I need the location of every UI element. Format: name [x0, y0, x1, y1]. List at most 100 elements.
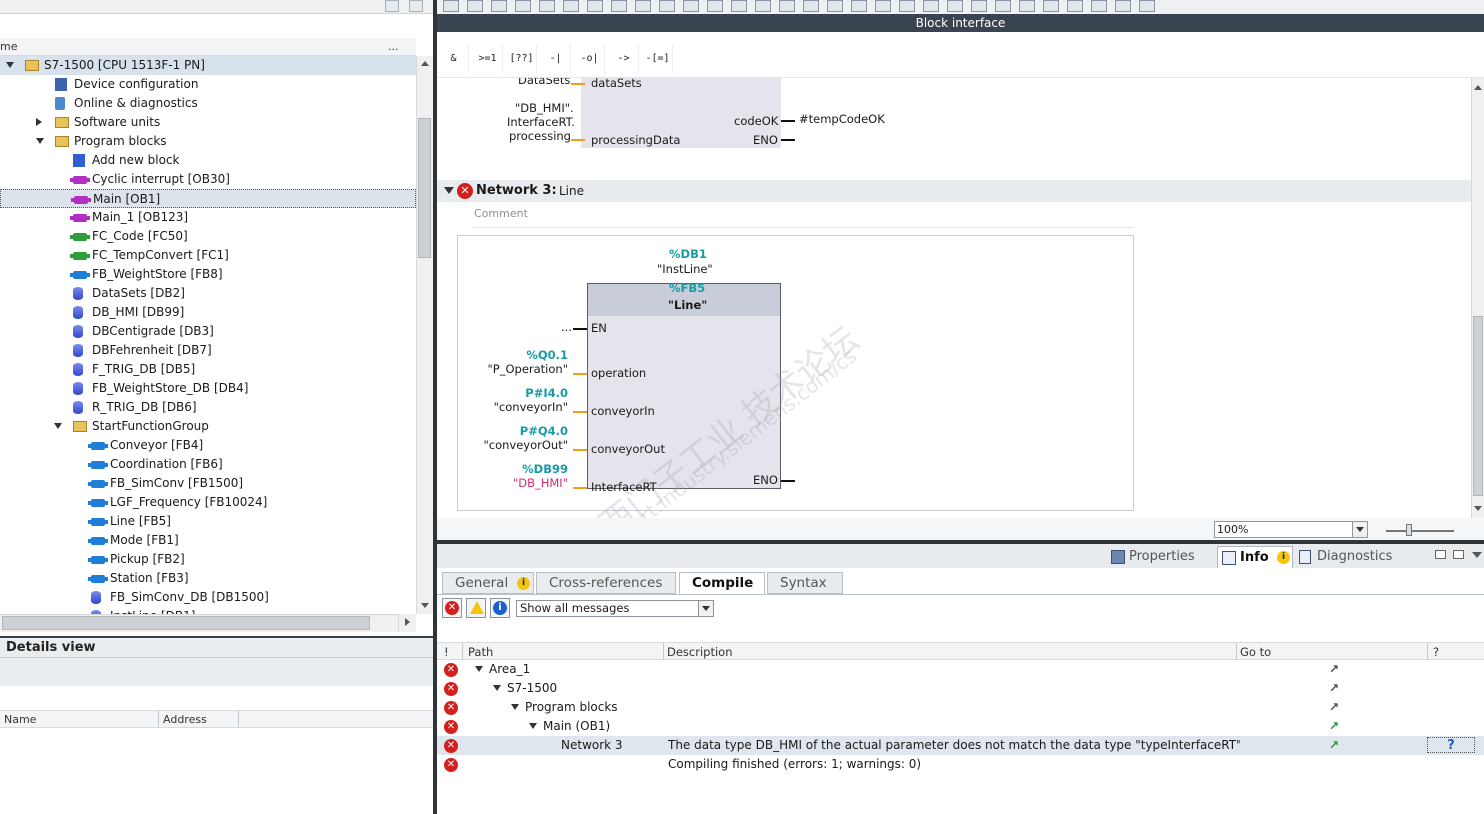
pin-operand[interactable]: "conveyorOut": [483, 438, 568, 452]
expand-down-icon[interactable]: [511, 704, 519, 710]
lad-insert-button[interactable]: ->: [609, 44, 639, 74]
tree-item[interactable]: FC_TempConvert [FC1]: [0, 246, 416, 265]
editor-toolbar-button[interactable]: [947, 0, 963, 12]
tree-item[interactable]: Add new block: [0, 151, 416, 170]
pin-operand[interactable]: "P_Operation": [488, 362, 569, 376]
editor-toolbar-button[interactable]: [923, 0, 939, 12]
tree-item[interactable]: FB_SimConv [FB1500]: [0, 474, 416, 493]
tree-scroll-thumb[interactable]: [418, 118, 431, 258]
scroll-up-arrow-icon[interactable]: [421, 61, 429, 66]
editor-vertical-scrollbar[interactable]: [1471, 78, 1484, 518]
tree-item[interactable]: Coordination [FB6]: [0, 455, 416, 474]
message-row[interactable]: ✕ S7-1500 ↗: [437, 679, 1484, 698]
tree-item[interactable]: DBFehrenheit [DB7]: [0, 341, 416, 360]
editor-toolbar-button[interactable]: [491, 0, 507, 12]
tree-item[interactable]: R_TRIG_DB [DB6]: [0, 398, 416, 417]
filter-warnings-button[interactable]: [466, 598, 486, 618]
goto-arrow-icon[interactable]: ↗: [1329, 701, 1341, 713]
pin-operand[interactable]: "DB_HMI": [513, 476, 568, 490]
editor-toolbar-button[interactable]: [755, 0, 771, 12]
tab-properties[interactable]: Properties: [1107, 546, 1217, 568]
tree-item[interactable]: Main_1 [OB123]: [0, 208, 416, 227]
editor-toolbar-button[interactable]: [899, 0, 915, 12]
details-column-address[interactable]: Address: [163, 713, 207, 726]
message-row[interactable]: ✕ Main (OB1) ↗: [437, 717, 1484, 736]
zoom-slider-handle[interactable]: [1406, 524, 1412, 536]
editor-toolbar-button[interactable]: [587, 0, 603, 12]
editor-toolbar-button[interactable]: [515, 0, 531, 12]
pin-operand[interactable]: "conveyorIn": [494, 400, 568, 414]
filter-info-button[interactable]: i: [490, 598, 510, 618]
filter-errors-button[interactable]: ✕: [442, 598, 462, 618]
editor-toolbar-button[interactable]: [611, 0, 627, 12]
editor-toolbar-button[interactable]: [563, 0, 579, 12]
expand-down-icon[interactable]: [529, 723, 537, 729]
tree-item[interactable]: FB_SimConv_DB [DB1500]: [0, 588, 416, 607]
editor-toolbar-button[interactable]: [443, 0, 459, 12]
tree-item[interactable]: DBCentigrade [DB3]: [0, 322, 416, 341]
tree-item[interactable]: Device configuration: [0, 75, 416, 94]
tree-item[interactable]: S7-1500 [CPU 1513F-1 PN]: [0, 56, 416, 75]
editor-scroll-thumb[interactable]: [1473, 316, 1483, 496]
tree-item[interactable]: InstLine [DB1]: [0, 607, 416, 614]
fb-line-box[interactable]: [587, 283, 781, 489]
lad-insert-button[interactable]: [??]: [507, 44, 537, 74]
editor-toolbar-button[interactable]: [1091, 0, 1107, 12]
subtab-cross-references[interactable]: Cross-references: [536, 572, 676, 594]
tree-column-options[interactable]: ...: [388, 40, 399, 53]
col-path[interactable]: Path: [468, 645, 493, 659]
subtab-compile[interactable]: Compile: [679, 572, 765, 594]
goto-arrow-icon[interactable]: ↗: [1329, 720, 1341, 732]
editor-toolbar-button[interactable]: [1115, 0, 1131, 12]
tree-item[interactable]: Cyclic interrupt [OB30]: [0, 170, 416, 189]
expand-right-icon[interactable]: [36, 118, 42, 126]
message-filter-select[interactable]: Show all messages: [516, 600, 714, 617]
lad-insert-button[interactable]: -|: [541, 44, 571, 74]
editor-toolbar-button[interactable]: [779, 0, 795, 12]
expand-down-icon[interactable]: [36, 138, 44, 144]
tree-item[interactable]: FB_WeightStore [FB8]: [0, 265, 416, 284]
tree-item[interactable]: Program blocks: [0, 132, 416, 151]
message-row[interactable]: ✕ Area_1 ↗: [437, 660, 1484, 679]
collapse-inspector-icon[interactable]: [1472, 552, 1482, 558]
goto-arrow-icon[interactable]: ↗: [1329, 739, 1341, 751]
expand-down-icon[interactable]: [475, 666, 483, 672]
editor-toolbar-button[interactable]: [827, 0, 843, 12]
zoom-select[interactable]: 100%: [1214, 521, 1368, 538]
tree-item[interactable]: Online & diagnostics: [0, 94, 416, 113]
editor-toolbar-button[interactable]: [1019, 0, 1035, 12]
editor-toolbar-button[interactable]: [1043, 0, 1059, 12]
editor-toolbar-button[interactable]: [803, 0, 819, 12]
instance-name[interactable]: "InstLine": [657, 262, 713, 276]
tree-item[interactable]: Software units: [0, 113, 416, 132]
scroll-right-button[interactable]: [398, 614, 416, 632]
block-interface-bar[interactable]: Block interface: [437, 14, 1484, 32]
editor-toolbar-button[interactable]: [707, 0, 723, 12]
editor-toolbar-button[interactable]: [1139, 0, 1155, 12]
details-view-header[interactable]: Details view: [0, 636, 433, 658]
goto-arrow-icon[interactable]: ↗: [1329, 663, 1341, 675]
tree-item[interactable]: DataSets [DB2]: [0, 284, 416, 303]
tree-item[interactable]: StartFunctionGroup: [0, 417, 416, 436]
editor-toolbar-button[interactable]: [539, 0, 555, 12]
col-help[interactable]: ?: [1433, 645, 1439, 659]
tree-item[interactable]: Pickup [FB2]: [0, 550, 416, 569]
scroll-down-arrow-icon[interactable]: [1474, 506, 1482, 511]
expand-down-icon[interactable]: [6, 62, 14, 68]
col-description[interactable]: Description: [667, 645, 733, 659]
tree-item[interactable]: FB_WeightStore_DB [DB4]: [0, 379, 416, 398]
network-name[interactable]: Line: [559, 184, 584, 198]
message-row[interactable]: ✕ Compiling finished (errors: 1; warnings…: [437, 755, 1484, 774]
network-comment[interactable]: Comment: [472, 204, 1134, 228]
lad-insert-button[interactable]: &: [439, 44, 469, 74]
editor-toolbar-button[interactable]: [731, 0, 747, 12]
tree-item[interactable]: Line [FB5]: [0, 512, 416, 531]
editor-toolbar-button[interactable]: [971, 0, 987, 12]
editor-toolbar-button[interactable]: [635, 0, 651, 12]
tab-info[interactable]: Info i: [1217, 546, 1293, 568]
editor-toolbar-button[interactable]: [683, 0, 699, 12]
network-3-header[interactable]: ✕ Network 3: Line: [437, 180, 1471, 202]
scroll-down-arrow-icon[interactable]: [421, 603, 429, 608]
message-row[interactable]: ✕ Network 3 The data type DB_HMI of the ac…: [437, 736, 1484, 755]
col-bang[interactable]: !: [444, 645, 449, 659]
